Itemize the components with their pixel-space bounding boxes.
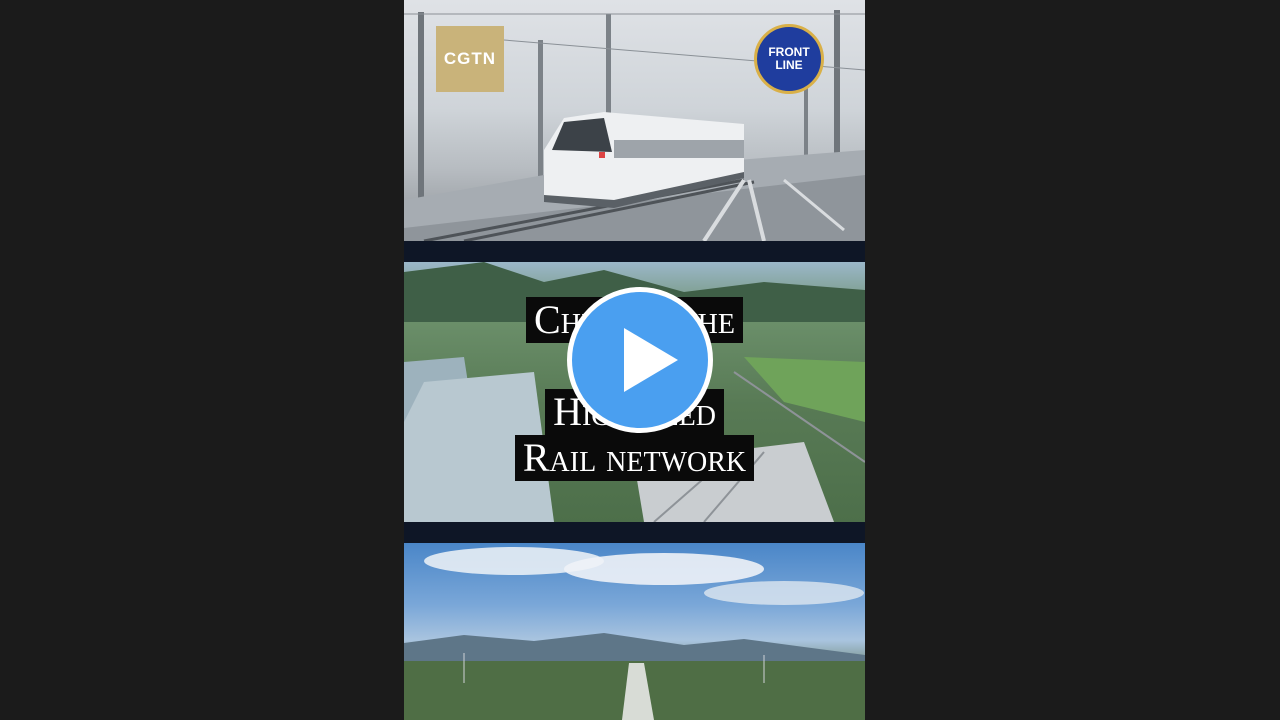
frontline-logo-line2: LINE <box>775 58 803 72</box>
panel-divider <box>404 522 865 543</box>
train-scene-panel: CGTN FRONT LINE <box>404 0 865 241</box>
caption-line-4: Rail network <box>514 435 755 481</box>
play-icon <box>624 328 678 392</box>
video-player[interactable]: CGTN FRONT LINE Chin the Hig Rail networ… <box>0 0 1280 720</box>
panel-divider <box>404 241 865 262</box>
aerial-landscape-illustration <box>404 547 865 720</box>
frontline-logo: FRONT LINE <box>754 24 824 94</box>
aerial-landscape-panel <box>404 543 865 720</box>
cgtn-logo: CGTN <box>436 26 504 92</box>
play-button[interactable] <box>567 287 713 433</box>
